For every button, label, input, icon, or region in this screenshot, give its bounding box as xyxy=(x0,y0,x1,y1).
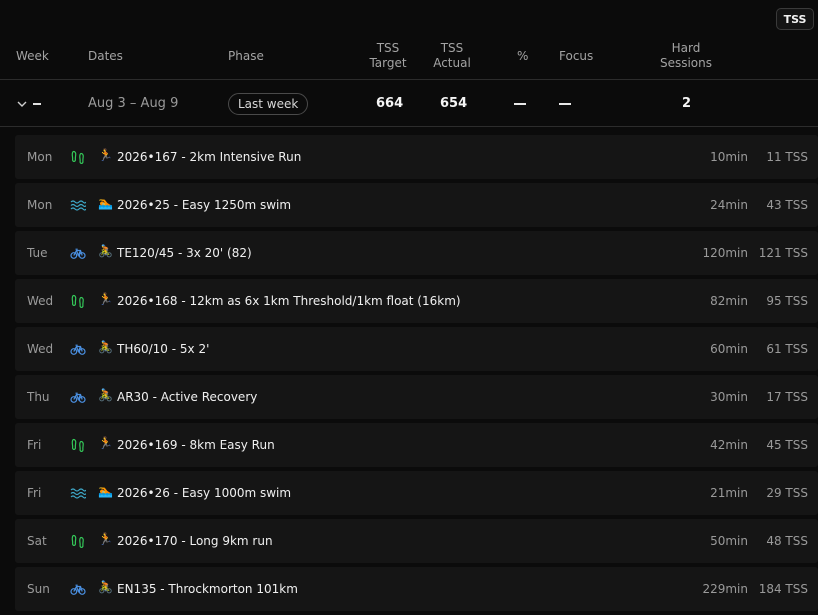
phase-badge: Last week xyxy=(228,93,309,115)
chevron-down-icon[interactable] xyxy=(16,98,28,110)
workout-row[interactable]: Mon 🏃 2026•167 - 2km Intensive Run 10min… xyxy=(15,135,818,179)
bike-icon xyxy=(70,245,86,261)
workout-title[interactable]: TE120/45 - 3x 20' (82) xyxy=(117,246,252,260)
activity-emoji-icon: 🚴 xyxy=(98,388,113,402)
workout-day: Sat xyxy=(27,534,47,548)
header-tss-target: TSS Target xyxy=(360,41,416,71)
workout-duration: 21min xyxy=(710,486,748,500)
workout-tss: 95 TSS xyxy=(766,294,808,308)
workout-title[interactable]: 2026•168 - 12km as 6x 1km Threshold/1km … xyxy=(117,294,461,308)
activity-emoji-icon: 🏃 xyxy=(98,148,113,162)
header-dates: Dates xyxy=(88,49,123,63)
header-tss-target-line2: Target xyxy=(369,56,407,70)
workout-row[interactable]: Wed 🏃 2026•168 - 12km as 6x 1km Threshol… xyxy=(15,279,818,323)
bike-icon xyxy=(70,389,86,405)
bike-icon xyxy=(70,341,86,357)
workout-tss: 11 TSS xyxy=(766,150,808,164)
header-percent: % xyxy=(517,49,529,63)
workout-day: Sun xyxy=(27,582,50,596)
workout-title[interactable]: 2026•26 - Easy 1000m swim xyxy=(117,486,291,500)
header-tss-actual: TSS Actual xyxy=(424,41,480,71)
bike-icon xyxy=(70,581,86,597)
workout-row[interactable]: Sun 🚴 EN135 - Throckmorton 101km 229min … xyxy=(15,567,818,611)
workout-row[interactable]: Thu 🚴 AR30 - Active Recovery 30min 17 TS… xyxy=(15,375,818,419)
swim-icon xyxy=(70,197,87,213)
workout-tss: 29 TSS xyxy=(766,486,808,500)
workout-day: Mon xyxy=(27,198,53,212)
header-focus: Focus xyxy=(559,49,594,63)
header-week: Week xyxy=(16,49,49,63)
workout-row[interactable]: Fri 🏊 2026•26 - Easy 1000m swim 21min 29… xyxy=(15,471,818,515)
run-icon xyxy=(70,293,86,309)
run-icon xyxy=(70,533,86,549)
workout-row[interactable]: Fri 🏃 2026•169 - 8km Easy Run 42min 45 T… xyxy=(15,423,818,467)
activity-emoji-icon: 🏃 xyxy=(98,532,113,546)
workout-duration: 229min xyxy=(702,582,748,596)
workout-duration: 82min xyxy=(710,294,748,308)
workout-title[interactable]: EN135 - Throckmorton 101km xyxy=(117,582,298,596)
workout-tss: 45 TSS xyxy=(766,438,808,452)
activity-emoji-icon: 🚴 xyxy=(98,580,113,594)
workout-duration: 24min xyxy=(710,198,748,212)
workout-row[interactable]: Tue 🚴 TE120/45 - 3x 20' (82) 120min 121 … xyxy=(15,231,818,275)
workout-tss: 17 TSS xyxy=(766,390,808,404)
week-summary-row[interactable]: Aug 3 – Aug 9 Last week 664 654 2 xyxy=(0,81,818,127)
workout-title[interactable]: 2026•169 - 8km Easy Run xyxy=(117,438,275,452)
workout-row[interactable]: Sat 🏃 2026•170 - Long 9km run 50min 48 T… xyxy=(15,519,818,563)
workout-title[interactable]: 2026•170 - Long 9km run xyxy=(117,534,273,548)
workout-day: Mon xyxy=(27,150,53,164)
workout-duration: 10min xyxy=(710,150,748,164)
workout-tss: 43 TSS xyxy=(766,198,808,212)
header-hard-sessions: Hard Sessions xyxy=(650,41,722,71)
workout-title[interactable]: 2026•167 - 2km Intensive Run xyxy=(117,150,301,164)
header-hard-line2: Sessions xyxy=(659,56,713,70)
workout-day: Thu xyxy=(27,390,50,404)
activity-emoji-icon: 🏃 xyxy=(98,292,113,306)
workout-day: Fri xyxy=(27,486,42,500)
workout-title[interactable]: AR30 - Active Recovery xyxy=(117,390,257,404)
workout-tss: 121 TSS xyxy=(758,246,808,260)
workout-duration: 50min xyxy=(710,534,748,548)
workout-duration: 30min xyxy=(710,390,748,404)
header-tss-actual-line1: TSS xyxy=(440,41,464,55)
workout-duration: 42min xyxy=(710,438,748,452)
header-tss-actual-line2: Actual xyxy=(433,56,471,70)
workout-day: Wed xyxy=(27,342,54,356)
workout-row[interactable]: Wed 🚴 TH60/10 - 5x 2' 60min 61 TSS xyxy=(15,327,818,371)
run-icon xyxy=(70,149,86,165)
week-number-placeholder xyxy=(33,103,41,105)
activity-emoji-icon: 🏊 xyxy=(98,484,113,498)
workout-duration: 60min xyxy=(710,342,748,356)
workout-day: Tue xyxy=(27,246,48,260)
tss-target-value: 664 xyxy=(376,96,404,111)
tss-toggle-button[interactable]: TSS xyxy=(776,8,814,30)
header-phase: Phase xyxy=(228,49,264,63)
workout-day: Wed xyxy=(27,294,54,308)
workout-tss: 61 TSS xyxy=(766,342,808,356)
workout-tss: 48 TSS xyxy=(766,534,808,548)
table-header: Week Dates Phase TSS Target TSS Actual %… xyxy=(0,36,818,80)
workout-row[interactable]: Mon 🏊 2026•25 - Easy 1250m swim 24min 43… xyxy=(15,183,818,227)
activity-emoji-icon: 🏃 xyxy=(98,436,113,450)
workout-tss: 184 TSS xyxy=(758,582,808,596)
tss-actual-value: 654 xyxy=(440,96,468,111)
run-icon xyxy=(70,437,86,453)
activity-emoji-icon: 🚴 xyxy=(98,244,113,258)
activity-emoji-icon: 🚴 xyxy=(98,340,113,354)
hard-sessions-value: 2 xyxy=(682,96,692,111)
header-tss-target-line1: TSS xyxy=(376,41,400,55)
workout-list: Mon 🏃 2026•167 - 2km Intensive Run 10min… xyxy=(15,135,818,615)
workout-title[interactable]: TH60/10 - 5x 2' xyxy=(117,342,209,356)
activity-emoji-icon: 🏊 xyxy=(98,196,113,210)
swim-icon xyxy=(70,485,87,501)
percent-empty xyxy=(514,103,526,105)
workout-duration: 120min xyxy=(702,246,748,260)
week-dates: Aug 3 – Aug 9 xyxy=(88,96,179,111)
header-hard-line1: Hard xyxy=(671,41,701,55)
workout-day: Fri xyxy=(27,438,42,452)
workout-title[interactable]: 2026•25 - Easy 1250m swim xyxy=(117,198,291,212)
focus-empty xyxy=(559,103,571,105)
